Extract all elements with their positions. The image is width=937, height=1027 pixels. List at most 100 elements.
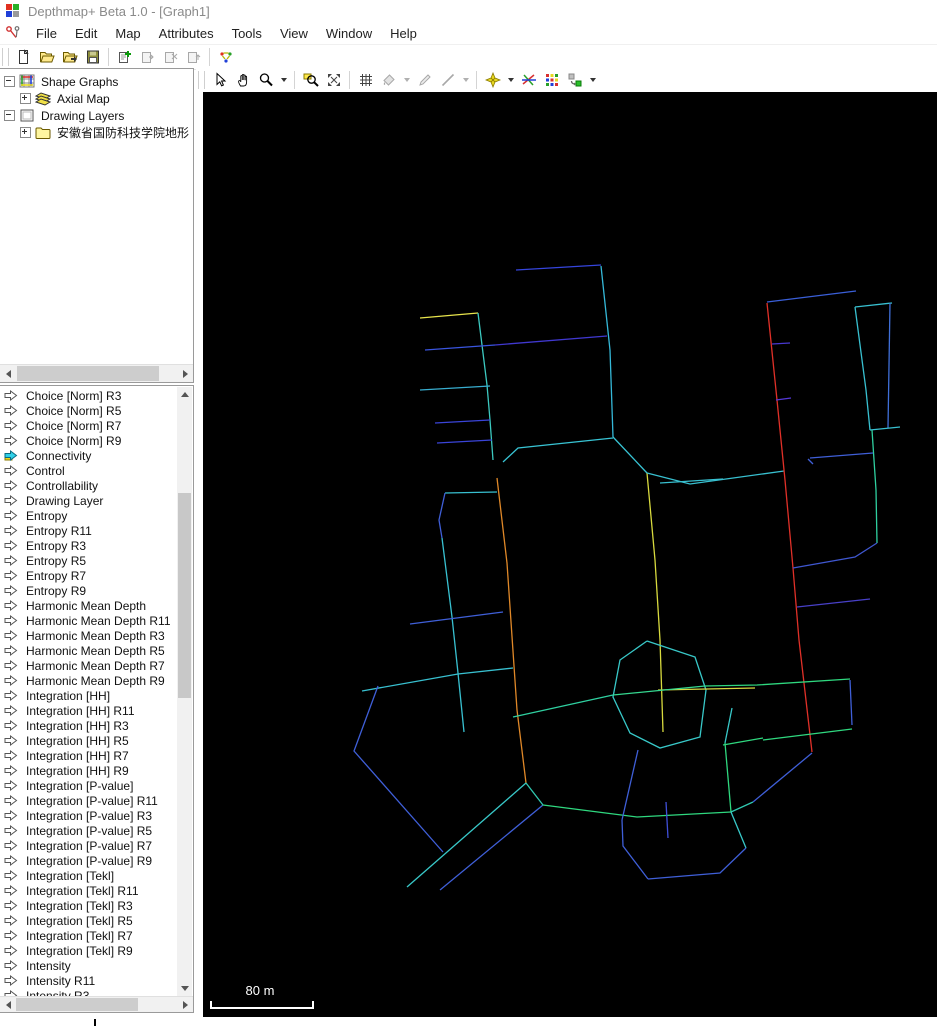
- axial-line[interactable]: [704, 678, 851, 687]
- axial-line[interactable]: [887, 302, 891, 429]
- menu-file[interactable]: File: [27, 23, 66, 44]
- axial-line[interactable]: [849, 679, 853, 726]
- join-dropdown[interactable]: [504, 69, 517, 91]
- menu-map[interactable]: Map: [106, 23, 149, 44]
- axial-line[interactable]: [494, 335, 608, 346]
- fill-tool-dropdown[interactable]: [400, 69, 413, 91]
- axial-line[interactable]: [621, 819, 649, 880]
- axial-line[interactable]: [871, 429, 878, 544]
- pan-tool-button[interactable]: [231, 69, 254, 91]
- axial-line[interactable]: [775, 397, 792, 401]
- axial-line[interactable]: [766, 302, 813, 753]
- tree-item--[interactable]: 安徽省国防科技学院地形: [2, 124, 191, 141]
- scroll-left-arrow[interactable]: [0, 997, 16, 1012]
- attribute-item-integration-hh-r3[interactable]: Integration [HH] R3: [2, 718, 176, 733]
- attribute-item-control[interactable]: Control: [2, 463, 176, 478]
- attribute-item-integration-p-value-r3[interactable]: Integration [P-value] R3: [2, 808, 176, 823]
- attribute-item-choice-norm-r9[interactable]: Choice [Norm] R9: [2, 433, 176, 448]
- scroll-thumb[interactable]: [17, 366, 159, 381]
- attribute-item-harmonic-mean-depth-r3[interactable]: Harmonic Mean Depth R3: [2, 628, 176, 643]
- tree-hscrollbar[interactable]: [0, 364, 193, 382]
- axial-line[interactable]: [612, 436, 648, 474]
- axial-line[interactable]: [730, 811, 747, 849]
- axial-line[interactable]: [525, 782, 544, 806]
- attribute-item-choice-norm-r3[interactable]: Choice [Norm] R3: [2, 388, 176, 403]
- axial-line[interactable]: [792, 542, 878, 569]
- scroll-thumb[interactable]: [178, 493, 191, 698]
- scroll-up-arrow[interactable]: [177, 387, 192, 402]
- axial-line[interactable]: [406, 782, 527, 888]
- tree-item-axial-map[interactable]: Axial Map: [2, 90, 191, 107]
- axial-line[interactable]: [665, 801, 669, 839]
- menu-window[interactable]: Window: [317, 23, 381, 44]
- axial-line[interactable]: [722, 737, 764, 746]
- axial-line[interactable]: [854, 306, 871, 431]
- axial-line[interactable]: [724, 707, 733, 744]
- line-tool-dropdown[interactable]: [459, 69, 472, 91]
- attribute-item-integration-hh-r11[interactable]: Integration [HH] R11: [2, 703, 176, 718]
- axial-line[interactable]: [724, 742, 732, 813]
- axial-line[interactable]: [612, 685, 706, 696]
- axial-line[interactable]: [854, 302, 893, 308]
- attribute-item-connectivity[interactable]: Connectivity: [2, 448, 176, 463]
- attribute-item-drawing-layer[interactable]: Drawing Layer: [2, 493, 176, 508]
- axial-line[interactable]: [439, 804, 544, 891]
- attribute-item-integration-tekl-r7[interactable]: Integration [Tekl] R7: [2, 928, 176, 943]
- agent-analysis-button[interactable]: [540, 69, 563, 91]
- step-depth-button[interactable]: [563, 69, 586, 91]
- attribute-item-choice-norm-r7[interactable]: Choice [Norm] R7: [2, 418, 176, 433]
- menu-view[interactable]: View: [271, 23, 317, 44]
- axial-line[interactable]: [600, 265, 614, 438]
- attribute-item-integration-p-value-r9[interactable]: Integration [P-value] R9: [2, 853, 176, 868]
- attribute-item-integration-p-value-r5[interactable]: Integration [P-value] R5: [2, 823, 176, 838]
- attribute-item-intensity[interactable]: Intensity: [2, 958, 176, 973]
- axial-line[interactable]: [419, 385, 491, 391]
- expand-icon[interactable]: [20, 93, 31, 104]
- axial-line[interactable]: [512, 694, 614, 718]
- attribute-item-harmonic-mean-depth-r11[interactable]: Harmonic Mean Depth R11: [2, 613, 176, 628]
- fit-window-button[interactable]: [322, 69, 345, 91]
- collapse-icon[interactable]: [4, 76, 15, 87]
- axial-line[interactable]: [419, 312, 479, 319]
- save-button[interactable]: [81, 46, 104, 68]
- attribute-item-harmonic-mean-depth[interactable]: Harmonic Mean Depth: [2, 598, 176, 613]
- axial-line[interactable]: [869, 426, 901, 431]
- axial-line[interactable]: [496, 477, 527, 784]
- toolbar-grip[interactable]: [2, 48, 9, 66]
- axial-line[interactable]: [762, 728, 853, 741]
- axial-line[interactable]: [809, 452, 874, 459]
- expand-icon[interactable]: [20, 127, 31, 138]
- join-button[interactable]: [481, 69, 504, 91]
- attribute-item-controllability[interactable]: Controllability: [2, 478, 176, 493]
- axial-line[interactable]: [434, 419, 491, 424]
- menu-tools[interactable]: Tools: [223, 23, 271, 44]
- attribute-item-harmonic-mean-depth-r9[interactable]: Harmonic Mean Depth R9: [2, 673, 176, 688]
- attribute-item-integration-p-value-[interactable]: Integration [P-value]: [2, 778, 176, 793]
- attribute-item-integration-p-value-r11[interactable]: Integration [P-value] R11: [2, 793, 176, 808]
- axial-line[interactable]: [771, 342, 791, 345]
- axial-line[interactable]: [436, 439, 493, 444]
- attribute-item-harmonic-mean-depth-r5[interactable]: Harmonic Mean Depth R5: [2, 643, 176, 658]
- axial-line[interactable]: [424, 344, 496, 351]
- recompute-link-button[interactable]: [214, 46, 237, 68]
- axial-line[interactable]: [646, 472, 664, 733]
- select-tool-button[interactable]: [208, 69, 231, 91]
- attribute-item-harmonic-mean-depth-r7[interactable]: Harmonic Mean Depth R7: [2, 658, 176, 673]
- grid-button[interactable]: [354, 69, 377, 91]
- scroll-right-arrow[interactable]: [177, 365, 193, 382]
- delete-layer-button[interactable]: [159, 46, 182, 68]
- axial-line[interactable]: [353, 685, 444, 853]
- move-layer-button[interactable]: [182, 46, 205, 68]
- axial-line[interactable]: [752, 752, 813, 803]
- new-layer-button[interactable]: [113, 46, 136, 68]
- scroll-down-arrow[interactable]: [177, 981, 192, 996]
- axial-line[interactable]: [612, 640, 707, 749]
- attribute-item-choice-norm-r5[interactable]: Choice [Norm] R5: [2, 403, 176, 418]
- axial-line[interactable]: [542, 804, 732, 818]
- axial-line[interactable]: [361, 667, 514, 692]
- toolbar-grip[interactable]: [198, 71, 205, 89]
- attribute-item-integration-hh-r5[interactable]: Integration [HH] R5: [2, 733, 176, 748]
- attribute-item-entropy-r9[interactable]: Entropy R9: [2, 583, 176, 598]
- attribute-item-integration-tekl-r3[interactable]: Integration [Tekl] R3: [2, 898, 176, 913]
- list-vscrollbar[interactable]: [177, 387, 192, 996]
